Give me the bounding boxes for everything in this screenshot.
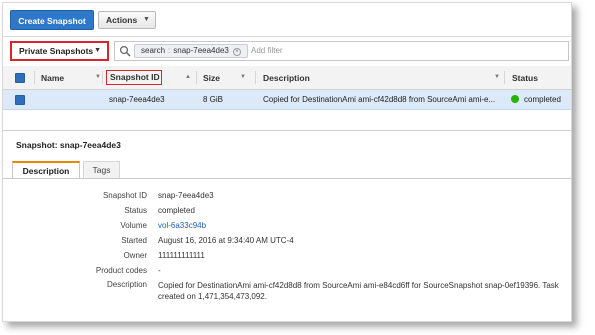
column-header-snapshot-id[interactable]: Snapshot ID — [106, 70, 162, 85]
field-label-owner: Owner — [123, 251, 147, 260]
actions-dropdown-button[interactable]: Actions ▼ — [98, 11, 156, 29]
cell-description: Copied for DestinationAmi ami-cf42d8d8 f… — [263, 95, 496, 104]
field-label-status: Status — [124, 206, 147, 215]
token-value: snap-7eea4de3 — [173, 46, 229, 55]
field-value-snapshot-id: snap-7eea4de3 — [158, 191, 214, 200]
table-row[interactable]: snap-7eea4de3 8 GiB Copied for Destinati… — [3, 90, 571, 110]
sort-up-icon: ▲ — [185, 74, 191, 80]
chevron-down-icon: ▼ — [143, 16, 150, 23]
column-divider — [196, 71, 197, 84]
tab-strip-line — [3, 178, 571, 179]
add-filter-input[interactable]: Add filter — [251, 46, 283, 55]
create-snapshot-button[interactable]: Create Snapshot — [10, 10, 94, 30]
chevron-down-icon: ▼ — [240, 74, 246, 80]
pane-divider[interactable] — [3, 130, 571, 131]
chevron-down-icon: ▼ — [95, 74, 101, 80]
detail-title: Snapshot: snap-7eea4de3 — [16, 140, 121, 150]
field-label-started: Started — [121, 236, 147, 245]
app-frame: Create Snapshot Actions ▼ Private Snapsh… — [2, 2, 572, 322]
field-value-started: August 16, 2016 at 9:34:40 AM UTC-4 — [158, 236, 294, 245]
column-divider — [255, 71, 256, 84]
field-label-product-codes: Product codes — [95, 266, 147, 275]
actions-label: Actions — [106, 15, 138, 25]
token-key: search — [141, 46, 166, 55]
cell-status: completed — [524, 95, 561, 104]
toolbar: Create Snapshot Actions ▼ — [3, 3, 571, 35]
chevron-down-icon: ▼ — [494, 74, 500, 80]
description-line: created on 1,471,354,473,092. — [158, 292, 267, 301]
owner-filter-dropdown[interactable]: Private Snapshots ▼ — [10, 41, 109, 61]
cell-snapshot-id: snap-7eea4de3 — [109, 95, 165, 104]
field-label-snapshot-id: Snapshot ID — [102, 191, 147, 200]
search-filter-box[interactable]: search: snap-7eea4de3 × Add filter — [114, 41, 569, 61]
column-divider — [102, 71, 103, 84]
field-value-description: Copied for DestinationAmi ami-cf42d8d8 f… — [158, 280, 559, 302]
field-label-description: Description — [106, 280, 147, 289]
owner-filter-label: Private Snapshots — [19, 46, 94, 56]
column-divider — [34, 71, 35, 84]
tab-description[interactable]: Description — [12, 161, 80, 179]
column-divider — [504, 71, 505, 84]
row-checkbox[interactable] — [15, 95, 25, 105]
select-all-checkbox[interactable] — [15, 73, 25, 83]
field-value-product-codes: - — [158, 266, 161, 275]
field-value-owner: 111111111111 — [158, 251, 205, 260]
description-line: Copied for DestinationAmi ami-cf42d8d8 f… — [158, 281, 559, 290]
cell-size: 8 GiB — [203, 95, 224, 104]
search-icon — [119, 45, 131, 57]
field-label-volume: Volume — [120, 221, 147, 230]
search-filter-token[interactable]: search: snap-7eea4de3 × — [134, 44, 248, 58]
column-header-status[interactable]: Status — [512, 73, 538, 83]
filter-bar: Private Snapshots ▼ search: snap-7eea4de3… — [3, 36, 571, 67]
column-header-name[interactable]: Name — [41, 73, 64, 83]
volume-link[interactable]: vol-6a33c94b — [158, 221, 206, 230]
field-value-status: completed — [158, 206, 195, 215]
column-header-size[interactable]: Size — [203, 73, 220, 83]
status-dot-icon — [511, 95, 519, 103]
chevron-down-icon: ▼ — [94, 47, 101, 54]
tab-tags[interactable]: Tags — [83, 161, 120, 179]
remove-token-icon[interactable]: × — [232, 48, 241, 56]
column-header-description[interactable]: Description — [263, 73, 310, 83]
table-header: Name ▼ Snapshot ID ▲ Size ▼ Description … — [3, 66, 571, 90]
